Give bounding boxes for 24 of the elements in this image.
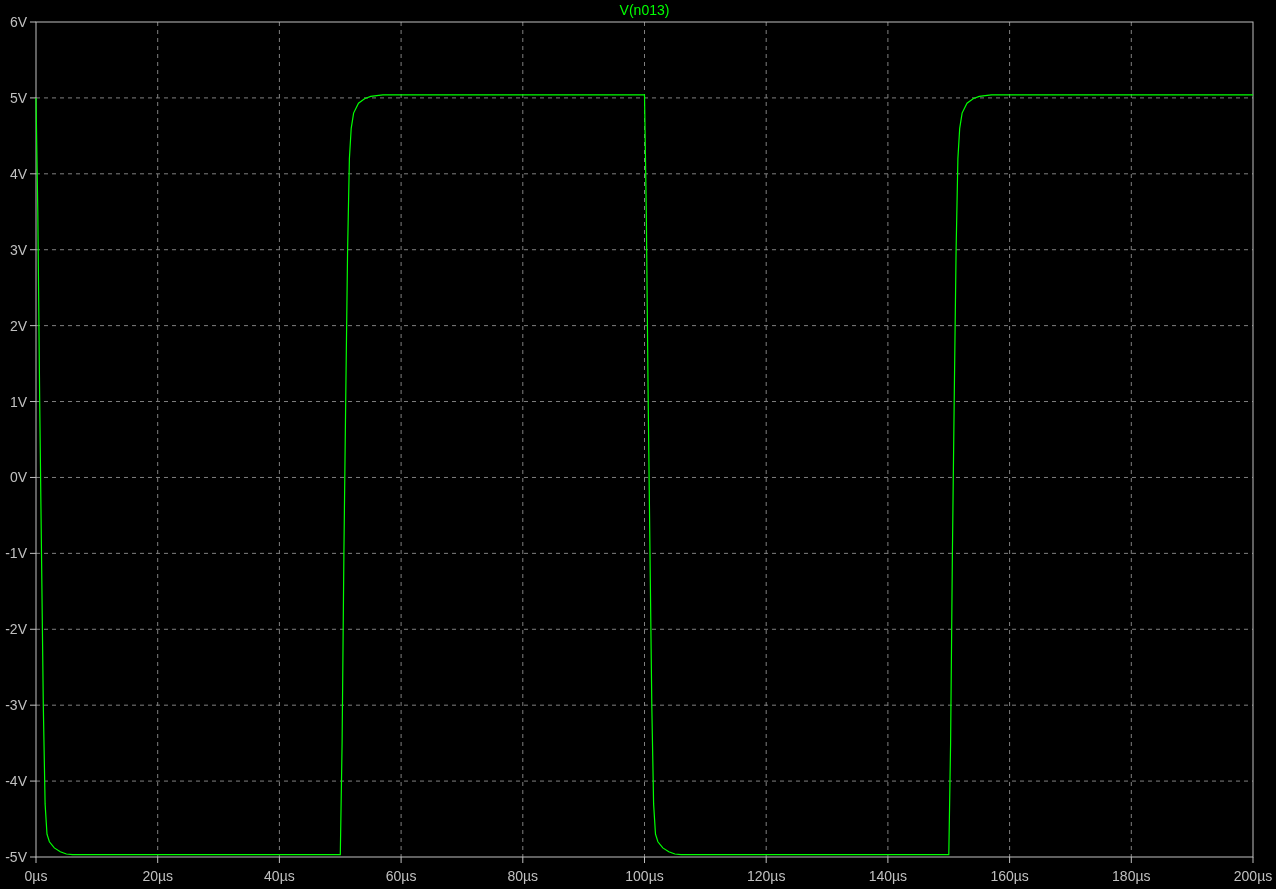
axis-tick-label: 80µs: [507, 868, 539, 884]
axis-tick-label: 0µs: [24, 868, 48, 884]
axis-tick-label: -3V: [5, 697, 27, 714]
axis-tick-label: 1V: [9, 393, 27, 410]
trace-label[interactable]: V(n013): [619, 2, 670, 18]
axis-tick-label: 120µs: [747, 868, 786, 884]
axis-tick-label: 3V: [9, 241, 27, 258]
axis-tick-label: 180µs: [1112, 868, 1151, 884]
axis-tick-label: -5V: [5, 849, 27, 865]
axis-tick-label: 5V: [9, 89, 27, 106]
axis-tick-label: 6V: [9, 14, 27, 30]
axis-tick-label: 20µs: [142, 868, 173, 884]
axis-tick-label: 40µs: [264, 868, 295, 884]
axis-tick-label: -1V: [5, 545, 27, 562]
axis-tick-label: 160µs: [990, 868, 1029, 884]
axis-tick-label: 4V: [9, 165, 27, 182]
axis-tick-label: 0V: [9, 469, 27, 486]
axis-tick-label: 140µs: [868, 868, 908, 884]
axis-tick-label: -4V: [5, 773, 27, 790]
axis-tick-label: 100µs: [625, 868, 664, 884]
axis-tick-label: 2V: [9, 317, 27, 334]
axis-tick-label: -2V: [5, 621, 27, 638]
axis-tick-label: 60µs: [385, 868, 417, 884]
axis-tick-label: 200µs: [1233, 868, 1273, 884]
